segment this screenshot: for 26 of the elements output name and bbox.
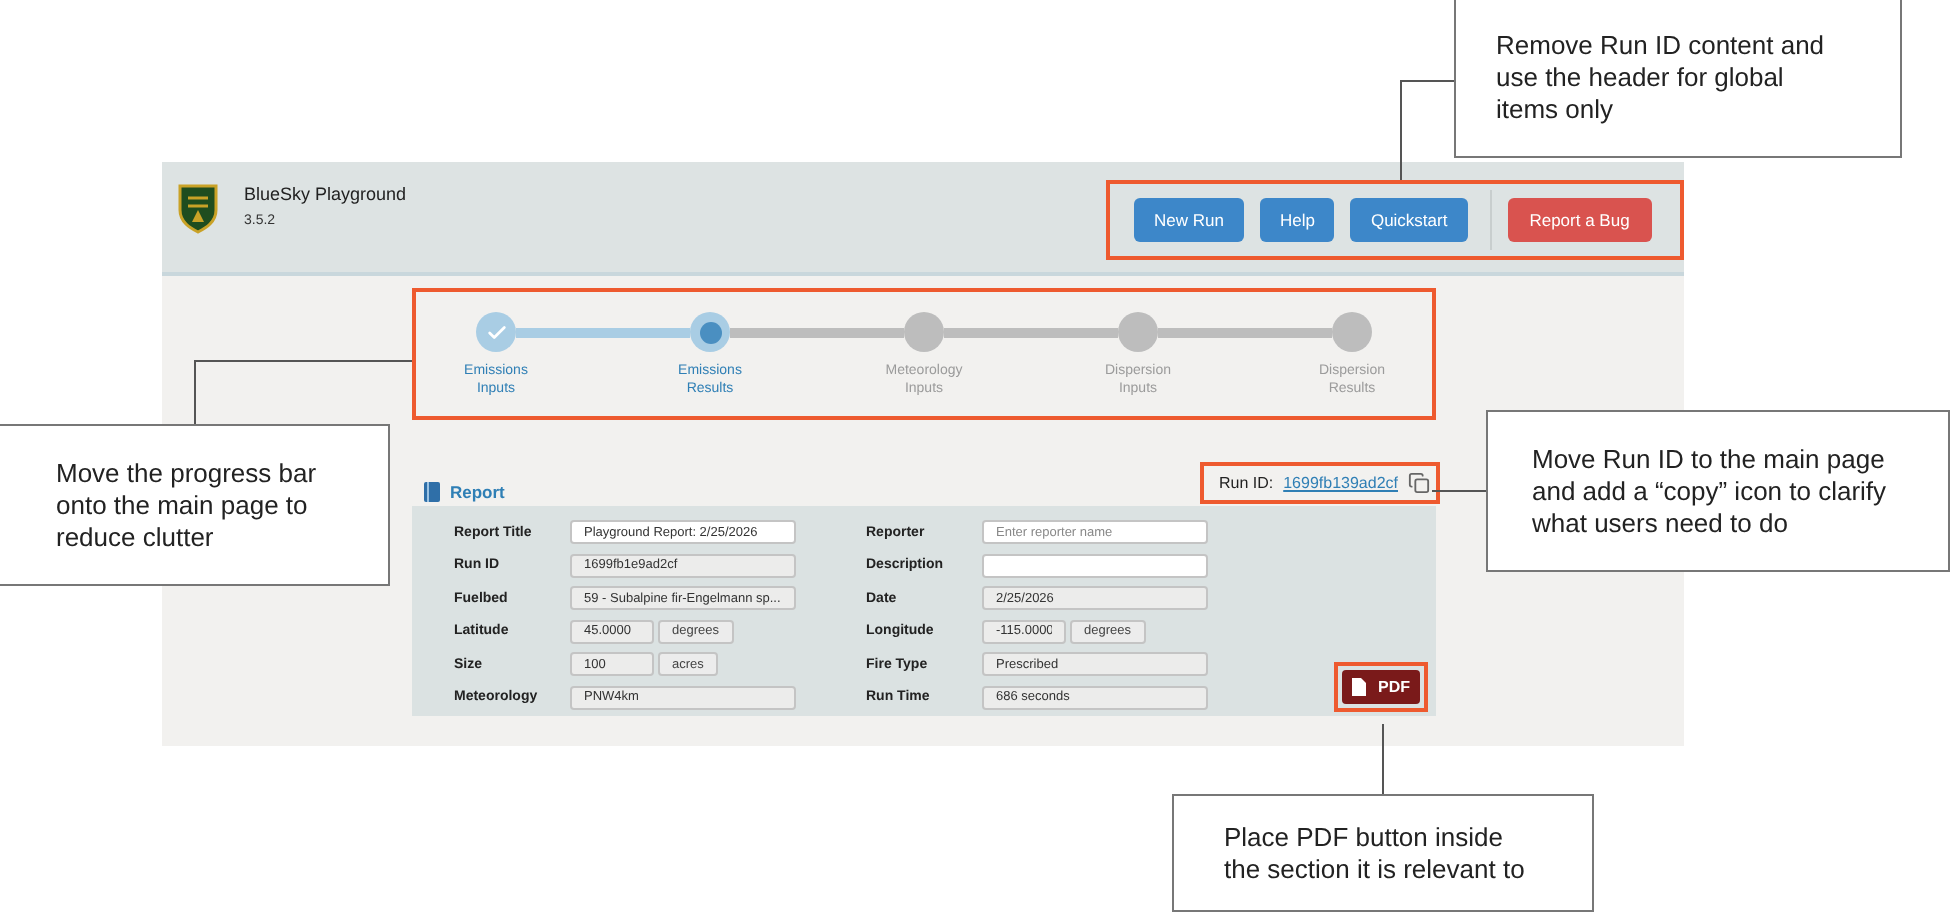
annotation-callout: Remove Run ID content and use the header for global items only bbox=[1454, 0, 1902, 158]
step-circle[interactable] bbox=[476, 312, 516, 352]
book-icon bbox=[424, 481, 440, 501]
header-button[interactable]: Quickstart bbox=[1350, 198, 1468, 242]
step-circle[interactable] bbox=[1118, 312, 1158, 352]
annotation-callout: Place PDF button inside the section it is relevant to bbox=[1172, 794, 1594, 912]
app-title: BlueSky Playground bbox=[244, 184, 407, 204]
leader-line bbox=[1432, 490, 1486, 492]
document-icon bbox=[1352, 678, 1366, 696]
shield-logo-icon bbox=[176, 182, 220, 234]
step-circle[interactable] bbox=[690, 312, 730, 352]
input-field[interactable] bbox=[982, 553, 1208, 578]
step-circle[interactable] bbox=[1332, 312, 1372, 352]
run-id-label: Run ID: bbox=[1218, 474, 1274, 492]
header-button[interactable]: New Run bbox=[1134, 198, 1244, 242]
report-bug-button[interactable]: Report a Bug bbox=[1507, 198, 1652, 242]
pdf-button[interactable]: PDF bbox=[1342, 670, 1420, 704]
step-circle[interactable] bbox=[904, 312, 944, 352]
annotation-callout: Move the progress bar onto the main page to reduce clutter bbox=[0, 424, 390, 586]
check-icon bbox=[485, 321, 507, 343]
run-id-link[interactable]: 1699fb139ad2cf bbox=[1283, 474, 1398, 492]
leader-line bbox=[1382, 724, 1384, 794]
header-button[interactable]: Help bbox=[1259, 198, 1335, 242]
annotation-callout: Move Run ID to the main page and add a “copy” icon to clarify what users need to do bbox=[1486, 410, 1950, 572]
copy-icon[interactable] bbox=[1408, 472, 1430, 494]
section-title: Report bbox=[450, 481, 505, 501]
